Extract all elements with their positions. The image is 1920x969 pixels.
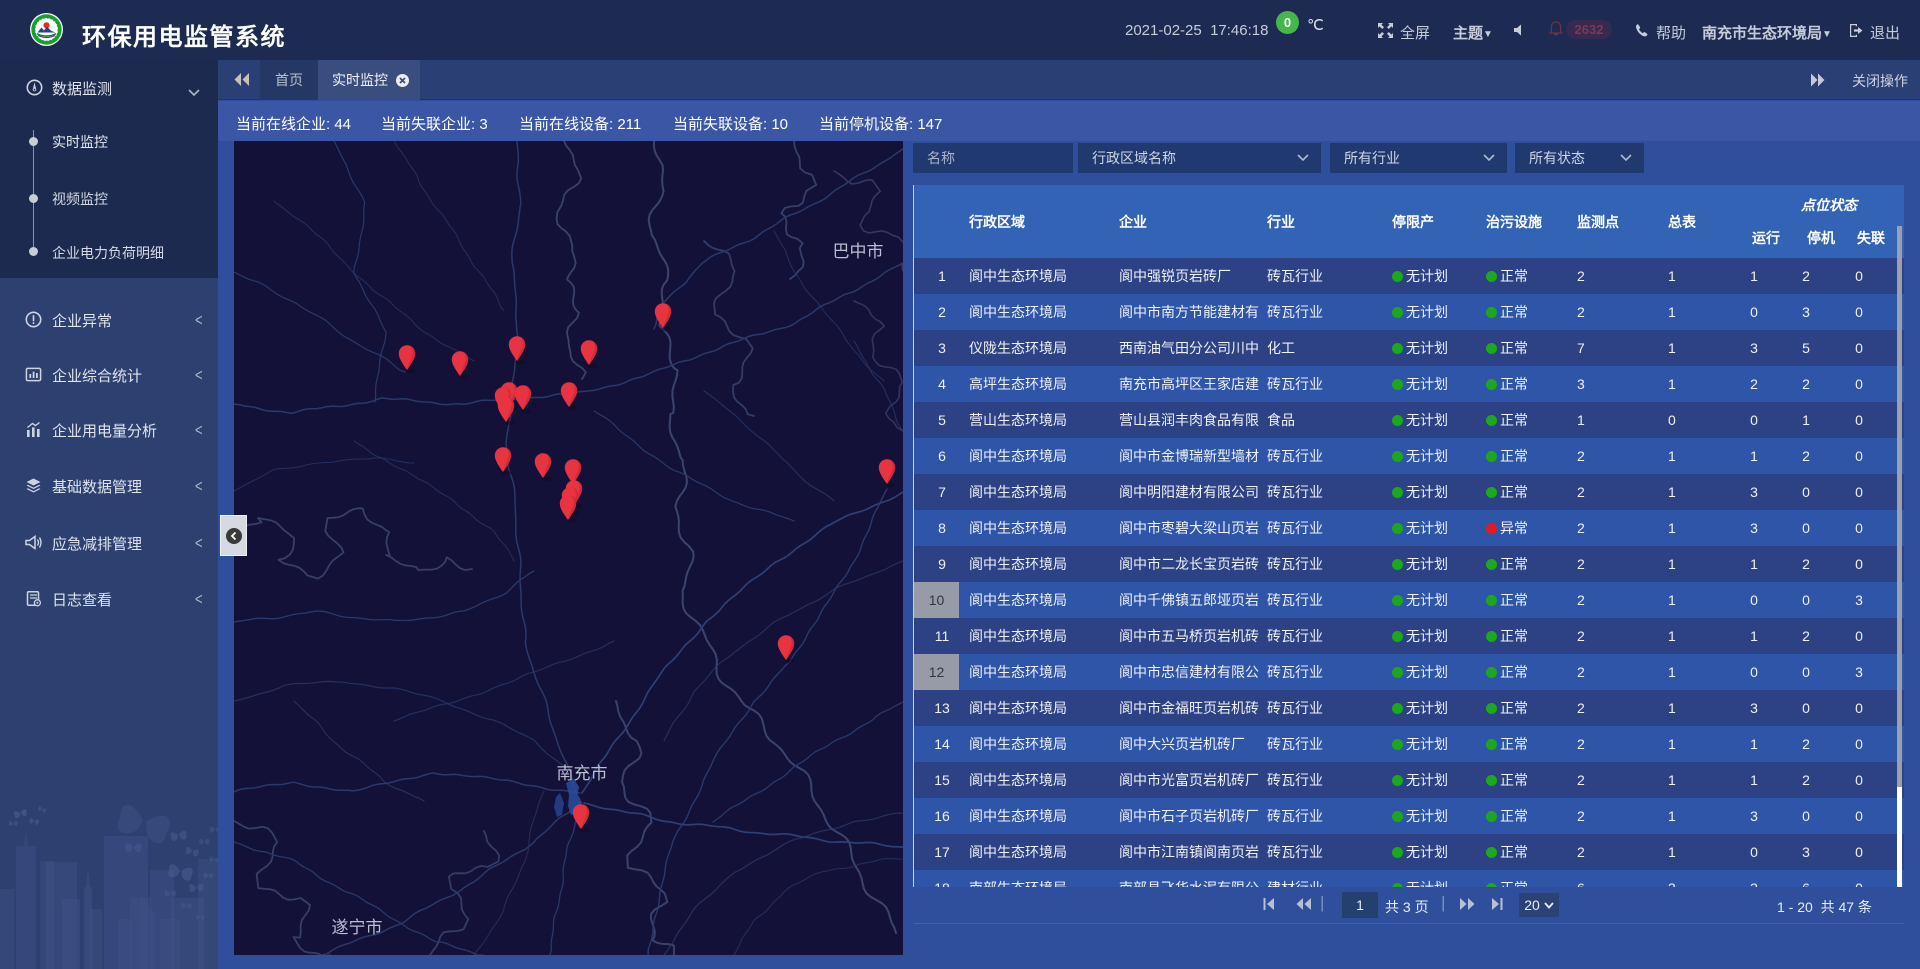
svg-text:南充市: 南充市	[557, 764, 608, 783]
svg-text:遂宁市: 遂宁市	[332, 918, 383, 937]
svg-text:巴中市: 巴中市	[833, 242, 884, 261]
